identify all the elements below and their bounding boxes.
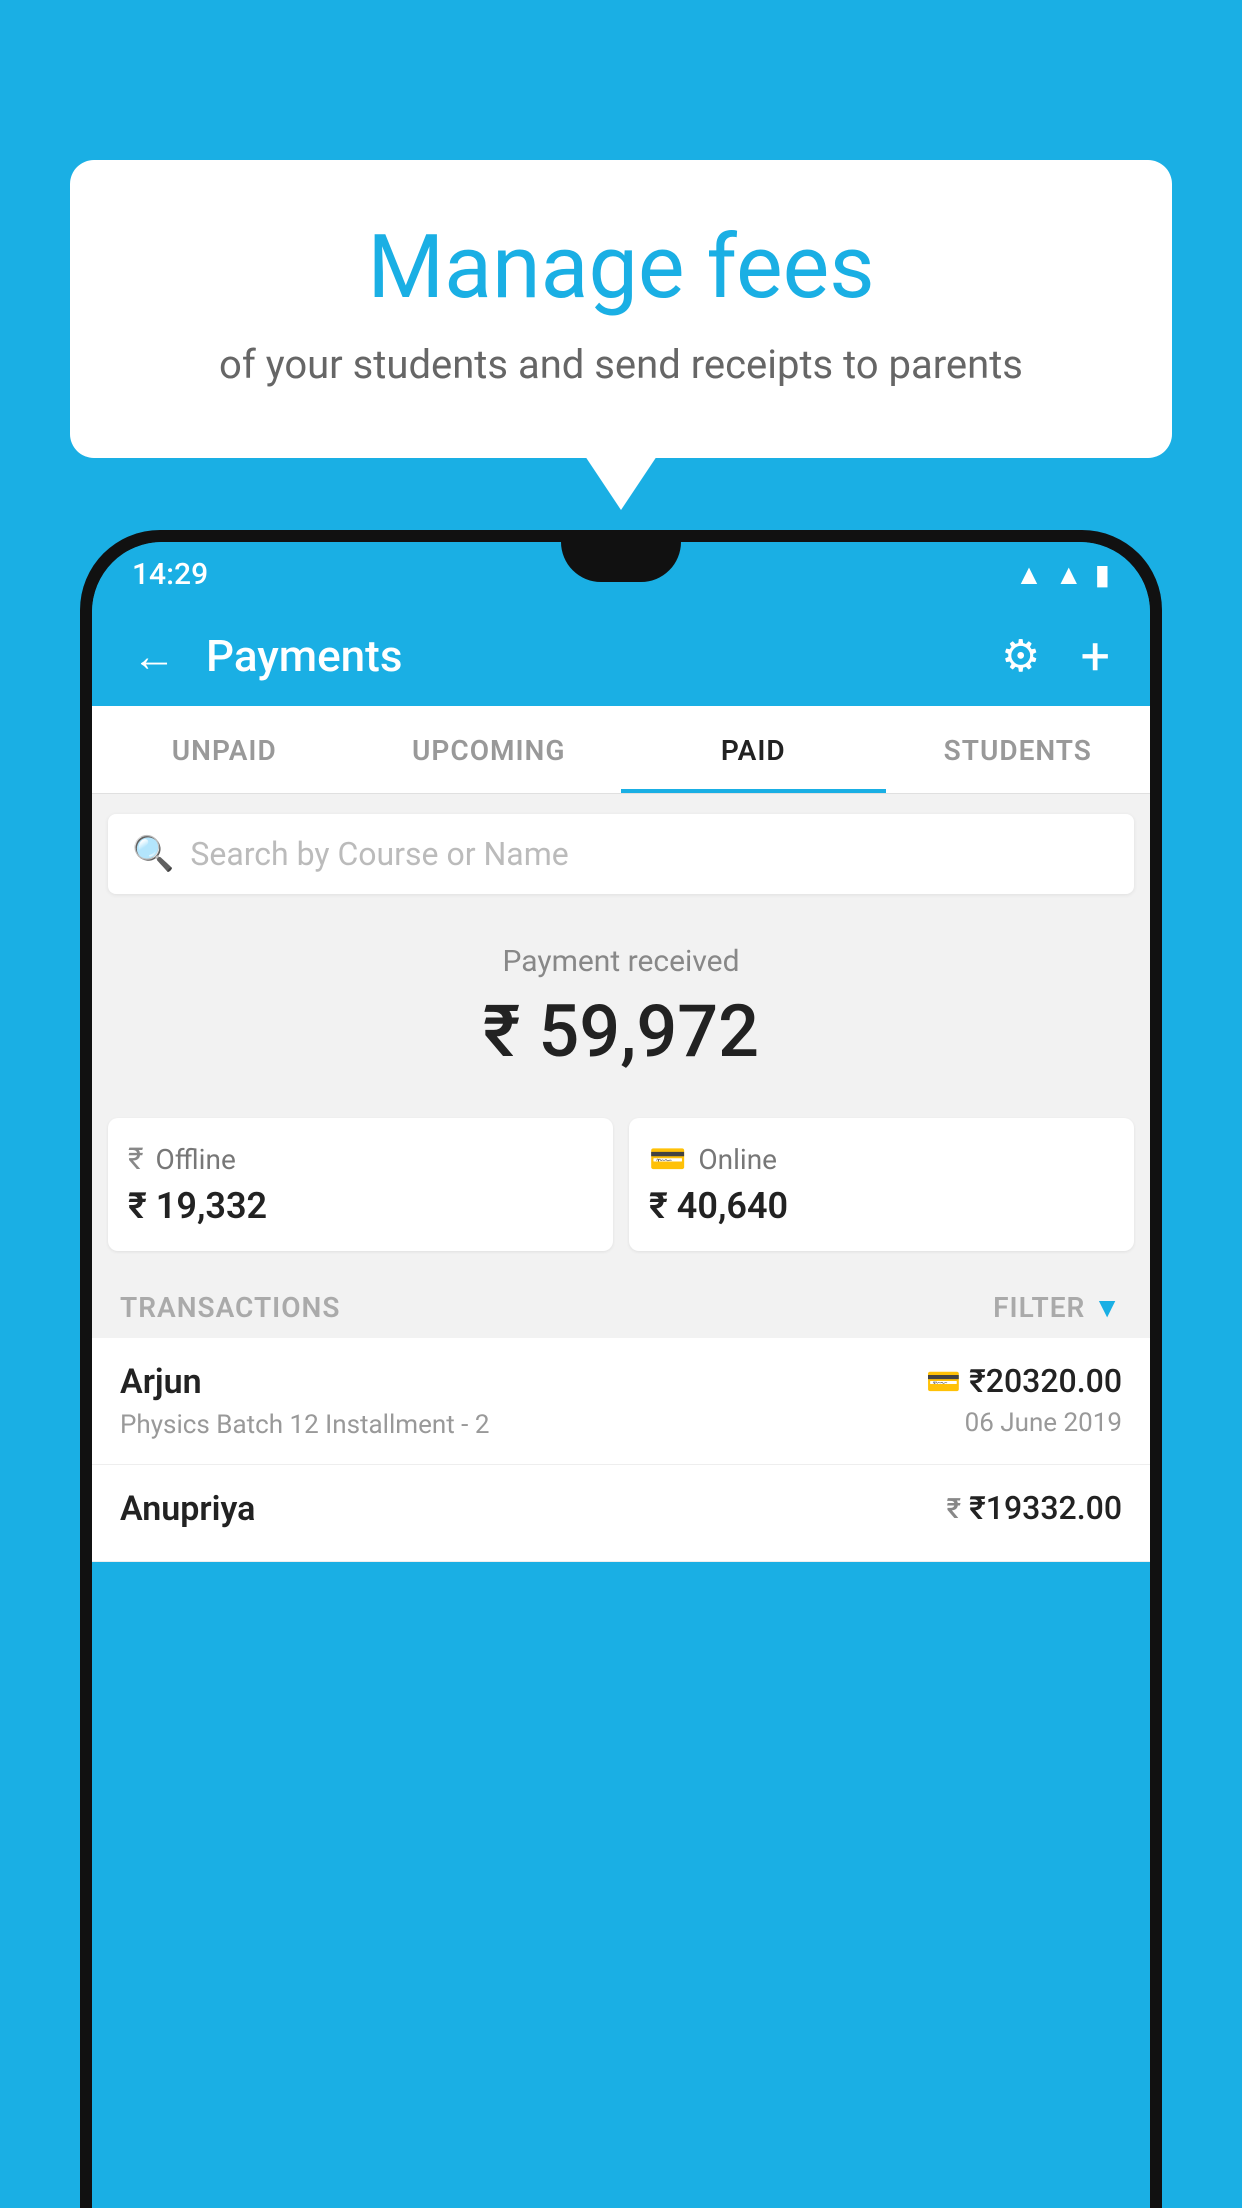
- payment-received-label: Payment received: [112, 944, 1130, 979]
- add-button[interactable]: +: [1070, 616, 1120, 697]
- status-bar: 14:29 ▲ ▲ ▮: [92, 542, 1150, 606]
- back-button[interactable]: ←: [122, 620, 186, 692]
- filter-icon: ▼: [1093, 1291, 1122, 1324]
- offline-amount: ₹ 19,332: [128, 1185, 593, 1227]
- online-card-header: 💳 Online: [649, 1142, 1114, 1177]
- transactions-header: TRANSACTIONS FILTER ▼: [92, 1271, 1150, 1338]
- tab-paid[interactable]: PAID: [621, 706, 886, 793]
- tab-unpaid[interactable]: UNPAID: [92, 706, 357, 793]
- status-icons: ▲ ▲ ▮: [1015, 558, 1110, 591]
- offline-label: Offline: [156, 1143, 236, 1176]
- tab-bar: UNPAID UPCOMING PAID STUDENTS: [92, 706, 1150, 794]
- content-area: 🔍 Search by Course or Name Payment recei…: [92, 794, 1150, 1562]
- phone-inner: 14:29 ▲ ▲ ▮ ← Payments ⚙ + UNPAID UPCOMI…: [92, 542, 1150, 2208]
- search-bar[interactable]: 🔍 Search by Course or Name: [108, 814, 1134, 894]
- transactions-label: TRANSACTIONS: [120, 1291, 340, 1324]
- offline-card: ₹ Offline ₹ 19,332: [108, 1118, 613, 1251]
- bubble-subtitle: of your students and send receipts to pa…: [150, 341, 1092, 388]
- phone-frame: 14:29 ▲ ▲ ▮ ← Payments ⚙ + UNPAID UPCOMI…: [80, 530, 1162, 2208]
- transaction-date: 06 June 2019: [926, 1408, 1122, 1438]
- filter-button[interactable]: FILTER ▼: [993, 1291, 1122, 1324]
- bubble-title: Manage fees: [150, 220, 1092, 317]
- payment-total-amount: ₹ 59,972: [112, 989, 1130, 1074]
- notch: [561, 542, 681, 582]
- tab-upcoming[interactable]: UPCOMING: [357, 706, 622, 793]
- app-bar: ← Payments ⚙ +: [92, 606, 1150, 706]
- transaction-left: Arjun Physics Batch 12 Installment - 2: [120, 1362, 489, 1440]
- payment-cards: ₹ Offline ₹ 19,332 💳 Online ₹ 40,640: [92, 1118, 1150, 1271]
- search-icon: 🔍: [132, 834, 174, 874]
- transaction-amount: 💳 ₹20320.00: [926, 1362, 1122, 1400]
- transaction-left: Anupriya: [120, 1489, 255, 1537]
- tab-students[interactable]: STUDENTS: [886, 706, 1151, 793]
- online-label: Online: [698, 1143, 777, 1176]
- transaction-name: Arjun: [120, 1362, 489, 1402]
- transaction-name: Anupriya: [120, 1489, 255, 1529]
- offline-card-header: ₹ Offline: [128, 1142, 593, 1177]
- battery-icon: ▮: [1095, 558, 1110, 591]
- transaction-right: 💳 ₹20320.00 06 June 2019: [926, 1362, 1122, 1438]
- status-time: 14:29: [132, 557, 208, 592]
- table-row[interactable]: Arjun Physics Batch 12 Installment - 2 💳…: [92, 1338, 1150, 1465]
- offline-icon: ₹: [128, 1142, 144, 1177]
- rupee-note-icon: ₹: [946, 1492, 961, 1525]
- transaction-list: Arjun Physics Batch 12 Installment - 2 💳…: [92, 1338, 1150, 1562]
- speech-bubble: Manage fees of your students and send re…: [70, 160, 1172, 458]
- transaction-right: ₹ ₹19332.00: [946, 1489, 1122, 1535]
- transaction-amount: ₹ ₹19332.00: [946, 1489, 1122, 1527]
- online-icon: 💳: [649, 1142, 686, 1177]
- online-card: 💳 Online ₹ 40,640: [629, 1118, 1134, 1251]
- search-input[interactable]: Search by Course or Name: [190, 835, 568, 873]
- wifi-icon: ▲: [1015, 558, 1043, 591]
- transaction-detail: Physics Batch 12 Installment - 2: [120, 1410, 489, 1440]
- app-title: Payments: [206, 630, 971, 682]
- card-chip-icon: 💳: [926, 1365, 961, 1398]
- filter-text: FILTER: [993, 1291, 1085, 1324]
- signal-icon: ▲: [1055, 558, 1083, 591]
- table-row[interactable]: Anupriya ₹ ₹19332.00: [92, 1465, 1150, 1562]
- settings-button[interactable]: ⚙: [991, 620, 1050, 692]
- online-amount: ₹ 40,640: [649, 1185, 1114, 1227]
- speech-bubble-container: Manage fees of your students and send re…: [70, 160, 1172, 458]
- payment-summary: Payment received ₹ 59,972: [92, 914, 1150, 1118]
